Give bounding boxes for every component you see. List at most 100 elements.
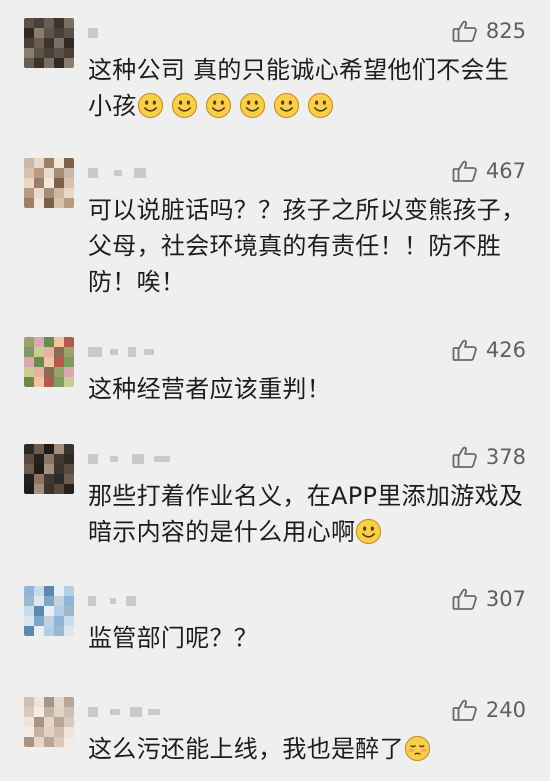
avatar-pixel [34, 357, 44, 367]
avatar-pixel [54, 18, 64, 28]
username-blur-block [88, 347, 102, 357]
avatar-pixel [64, 596, 74, 606]
username-blur-block [110, 456, 118, 462]
avatar-pixel [54, 586, 64, 596]
avatar-pixel [24, 626, 34, 636]
username-blur-block [88, 168, 98, 178]
avatar-pixel [24, 484, 34, 494]
avatar-pixel [54, 474, 64, 484]
avatar-pixel [24, 444, 34, 454]
avatar-pixel [34, 48, 44, 58]
avatar-pixel [64, 484, 74, 494]
avatar-pixel [44, 347, 54, 357]
like-button[interactable]: 240 [452, 697, 526, 723]
avatar-pixel [54, 707, 64, 717]
avatar-pixel [44, 168, 54, 178]
thumbs-up-icon [452, 159, 478, 183]
avatar-pixel [64, 454, 74, 464]
like-button[interactable]: 467 [452, 158, 526, 184]
avatar-pixel [44, 707, 54, 717]
avatar-pixel [44, 178, 54, 188]
like-button[interactable]: 825 [452, 18, 526, 44]
username-blurred[interactable] [88, 444, 208, 470]
avatar-pixel [44, 367, 54, 377]
smiling-face-icon [239, 92, 265, 119]
avatar-pixel [24, 337, 34, 347]
avatar-pixel [24, 347, 34, 357]
avatar-pixel [34, 377, 44, 387]
username-blurred[interactable] [88, 586, 208, 612]
avatar-pixel [64, 474, 74, 484]
like-button[interactable]: 307 [452, 586, 526, 612]
avatar-pixel [54, 357, 64, 367]
avatar-pixel [64, 178, 74, 188]
avatar[interactable] [24, 586, 74, 636]
avatar-pixel [64, 616, 74, 626]
comment-text: 这种公司 真的只能诚心希望他们不会生小孩 [88, 52, 528, 124]
username-blurred[interactable] [88, 337, 208, 363]
username-blurred[interactable] [88, 158, 208, 184]
emoji-group [404, 735, 438, 763]
avatar-pixel [54, 28, 64, 38]
avatar-pixel [44, 474, 54, 484]
avatar-pixel [24, 697, 34, 707]
avatar[interactable] [24, 697, 74, 747]
comment-text: 可以说脏话吗？？孩子之所以变熊孩子，父母，社会环境真的有责任！！防不胜防！唉！ [88, 192, 528, 300]
like-button[interactable]: 426 [452, 337, 526, 363]
avatar-pixel [54, 626, 64, 636]
like-count: 426 [485, 338, 526, 362]
comment-text: 监管部门呢？？ [88, 620, 528, 656]
avatar-pixel [24, 18, 34, 28]
avatar-pixel [24, 188, 34, 198]
avatar-pixel [64, 626, 74, 636]
avatar-pixel [54, 198, 64, 208]
avatar-pixel [24, 48, 34, 58]
avatar-pixel [54, 596, 64, 606]
avatar-pixel [24, 606, 34, 616]
avatar[interactable] [24, 444, 74, 494]
avatar-pixel [44, 484, 54, 494]
avatar[interactable] [24, 158, 74, 208]
avatar-pixel [24, 737, 34, 747]
avatar[interactable] [24, 18, 74, 68]
avatar-pixel [64, 158, 74, 168]
comment-text-content: 这种经营者应该重判！ [88, 375, 331, 403]
like-count: 240 [485, 698, 526, 722]
avatar-pixel [44, 626, 54, 636]
avatar-pixel [24, 198, 34, 208]
avatar-pixel [44, 158, 54, 168]
avatar-pixel [44, 606, 54, 616]
avatar-pixel [44, 38, 54, 48]
username-blur-block [128, 347, 136, 357]
username-blur-block [88, 454, 98, 464]
comment-text: 那些打着作业名义，在APP里添加游戏及暗示内容的是什么用心啊 [88, 478, 528, 550]
avatar-pixel [24, 168, 34, 178]
username-blurred[interactable] [88, 697, 208, 723]
smiling-face-icon [205, 92, 231, 119]
avatar-pixel [54, 377, 64, 387]
avatar-pixel [54, 337, 64, 347]
avatar-pixel [54, 48, 64, 58]
avatar-pixel [44, 18, 54, 28]
avatar[interactable] [24, 337, 74, 387]
avatar-pixel [64, 606, 74, 616]
smiling-face-icon [137, 92, 163, 119]
avatar-pixel [54, 737, 64, 747]
username-blur-block [144, 349, 154, 355]
avatar-pixel [34, 616, 44, 626]
avatar-pixel [34, 727, 44, 737]
avatar-pixel [34, 737, 44, 747]
avatar-pixel [24, 464, 34, 474]
tipsy-face-icon [404, 735, 431, 762]
avatar-pixel [64, 586, 74, 596]
username-blur-block [110, 709, 120, 715]
avatar-pixel [44, 28, 54, 38]
avatar-pixel [44, 464, 54, 474]
username-blurred[interactable] [88, 18, 208, 44]
like-button[interactable]: 378 [452, 444, 526, 470]
avatar-pixel [64, 737, 74, 747]
avatar-pixel [44, 697, 54, 707]
avatar-pixel [24, 28, 34, 38]
comment-text-content: 监管部门呢？？ [88, 624, 259, 652]
username-blur-block [110, 598, 116, 604]
